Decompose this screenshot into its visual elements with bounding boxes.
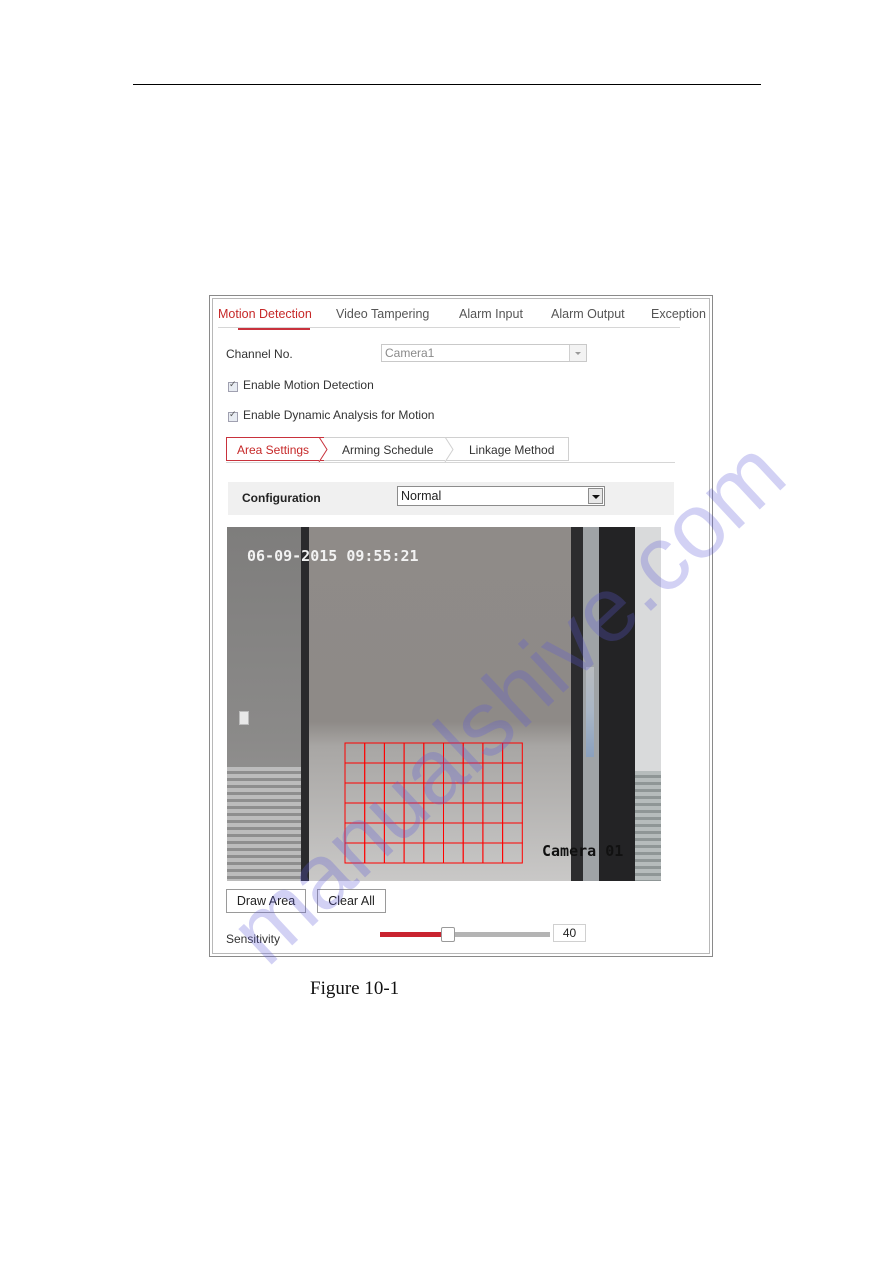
tab-exception[interactable]: Exception xyxy=(651,307,706,321)
subtab-arming-schedule-label: Arming Schedule xyxy=(342,443,434,457)
grid-cell[interactable] xyxy=(344,782,366,804)
motion-detection-panel: Motion Detection Video Tampering Alarm I… xyxy=(209,295,713,957)
sub-tab-bar: Area Settings Arming Schedule Linkage Me… xyxy=(226,437,675,463)
grid-cell[interactable] xyxy=(344,742,366,764)
grid-cell[interactable] xyxy=(423,802,445,824)
video-camera-name: Camera 01 xyxy=(542,842,624,860)
grid-cell[interactable] xyxy=(364,782,385,804)
grid-cell[interactable] xyxy=(482,762,504,784)
grid-cell[interactable] xyxy=(482,842,504,864)
subtab-linkage-method-label: Linkage Method xyxy=(469,443,555,457)
grid-cell[interactable] xyxy=(443,742,464,764)
step-arrow-icon xyxy=(318,437,328,462)
video-timestamp: 06-09-2015 09:55:21 xyxy=(247,547,419,565)
clear-all-button[interactable]: Clear All xyxy=(317,889,386,913)
grid-cell[interactable] xyxy=(344,822,366,844)
grid-cell[interactable] xyxy=(344,762,366,784)
sensitivity-value-input[interactable]: 40 xyxy=(553,924,586,942)
chevron-down-icon xyxy=(569,345,586,361)
tab-alarm-output[interactable]: Alarm Output xyxy=(551,307,625,321)
channel-select[interactable]: Camera1 xyxy=(381,344,587,362)
grid-cell[interactable] xyxy=(403,762,425,784)
grid-cell[interactable] xyxy=(502,762,523,784)
grid-cell[interactable] xyxy=(403,802,425,824)
grid-cell[interactable] xyxy=(502,822,523,844)
grid-cell[interactable] xyxy=(423,762,445,784)
grid-cell[interactable] xyxy=(462,742,484,764)
grid-cell[interactable] xyxy=(462,762,484,784)
grid-cell[interactable] xyxy=(502,802,523,824)
grid-cell[interactable] xyxy=(403,842,425,864)
main-tab-bar: Motion Detection Video Tampering Alarm I… xyxy=(218,307,706,330)
grid-cell[interactable] xyxy=(423,782,445,804)
grid-cell[interactable] xyxy=(383,762,405,784)
grid-cell[interactable] xyxy=(443,842,464,864)
grid-cell[interactable] xyxy=(443,762,464,784)
grid-cell[interactable] xyxy=(383,742,405,764)
grid-cell[interactable] xyxy=(462,802,484,824)
motion-detection-grid[interactable] xyxy=(227,527,661,881)
grid-cell[interactable] xyxy=(403,782,425,804)
draw-area-button[interactable]: Draw Area xyxy=(226,889,306,913)
grid-cell[interactable] xyxy=(482,742,504,764)
chevron-down-icon xyxy=(588,488,603,504)
enable-motion-detection-label: Enable Motion Detection xyxy=(243,378,374,392)
grid-cell[interactable] xyxy=(443,782,464,804)
enable-dynamic-analysis-checkbox[interactable] xyxy=(228,410,238,422)
grid-cell[interactable] xyxy=(403,822,425,844)
grid-cell[interactable] xyxy=(482,782,504,804)
grid-cell[interactable] xyxy=(344,842,366,864)
grid-cell[interactable] xyxy=(383,822,405,844)
grid-cell[interactable] xyxy=(502,742,523,764)
subtab-arming-schedule[interactable]: Arming Schedule xyxy=(324,437,449,461)
grid-cell[interactable] xyxy=(383,842,405,864)
grid-cell[interactable] xyxy=(364,822,385,844)
sensitivity-slider-handle[interactable] xyxy=(441,927,455,942)
sensitivity-slider-fill xyxy=(380,932,448,937)
active-tab-indicator xyxy=(238,328,310,330)
subtab-linkage-method[interactable]: Linkage Method xyxy=(449,437,569,461)
configuration-row: Configuration Normal xyxy=(228,482,674,515)
panel-body: Motion Detection Video Tampering Alarm I… xyxy=(212,298,710,954)
grid-cell[interactable] xyxy=(364,802,385,824)
figure-caption: Figure 10-1 xyxy=(310,978,400,999)
grid-cell[interactable] xyxy=(482,822,504,844)
grid-cell[interactable] xyxy=(403,742,425,764)
enable-motion-detection-checkbox[interactable] xyxy=(228,380,238,392)
tab-alarm-input[interactable]: Alarm Input xyxy=(459,307,523,321)
step-arrow-icon xyxy=(444,437,454,462)
channel-select-value: Camera1 xyxy=(385,346,435,360)
grid-cell[interactable] xyxy=(423,842,445,864)
grid-cell[interactable] xyxy=(502,842,523,864)
grid-cell[interactable] xyxy=(383,802,405,824)
grid-cell[interactable] xyxy=(364,742,385,764)
enable-dynamic-analysis-label: Enable Dynamic Analysis for Motion xyxy=(243,408,435,422)
subtab-area-settings-label: Area Settings xyxy=(237,443,310,457)
page-header-rule xyxy=(133,84,761,85)
configuration-select-value: Normal xyxy=(401,489,442,503)
channel-label: Channel No. xyxy=(226,347,293,361)
grid-cell[interactable] xyxy=(482,802,504,824)
grid-cell[interactable] xyxy=(443,802,464,824)
grid-cell[interactable] xyxy=(344,802,366,824)
sensitivity-label: Sensitivity xyxy=(226,932,281,946)
grid-cell[interactable] xyxy=(423,742,445,764)
grid-cell[interactable] xyxy=(364,762,385,784)
grid-cell[interactable] xyxy=(383,782,405,804)
configuration-select[interactable]: Normal xyxy=(397,486,605,506)
grid-cell[interactable] xyxy=(462,822,484,844)
tab-video-tampering[interactable]: Video Tampering xyxy=(336,307,429,321)
configuration-label: Configuration xyxy=(242,491,321,505)
grid-cell[interactable] xyxy=(462,842,484,864)
grid-cell[interactable] xyxy=(443,822,464,844)
tab-motion-detection[interactable]: Motion Detection xyxy=(218,307,312,321)
sensitivity-slider[interactable] xyxy=(380,927,550,942)
live-video-preview[interactable]: 06-09-2015 09:55:21 Camera 01 xyxy=(227,527,661,881)
grid-cell[interactable] xyxy=(423,822,445,844)
grid-cell[interactable] xyxy=(502,782,523,804)
grid-cell[interactable] xyxy=(364,842,385,864)
grid-cell[interactable] xyxy=(462,782,484,804)
subtab-area-settings[interactable]: Area Settings xyxy=(226,437,324,461)
